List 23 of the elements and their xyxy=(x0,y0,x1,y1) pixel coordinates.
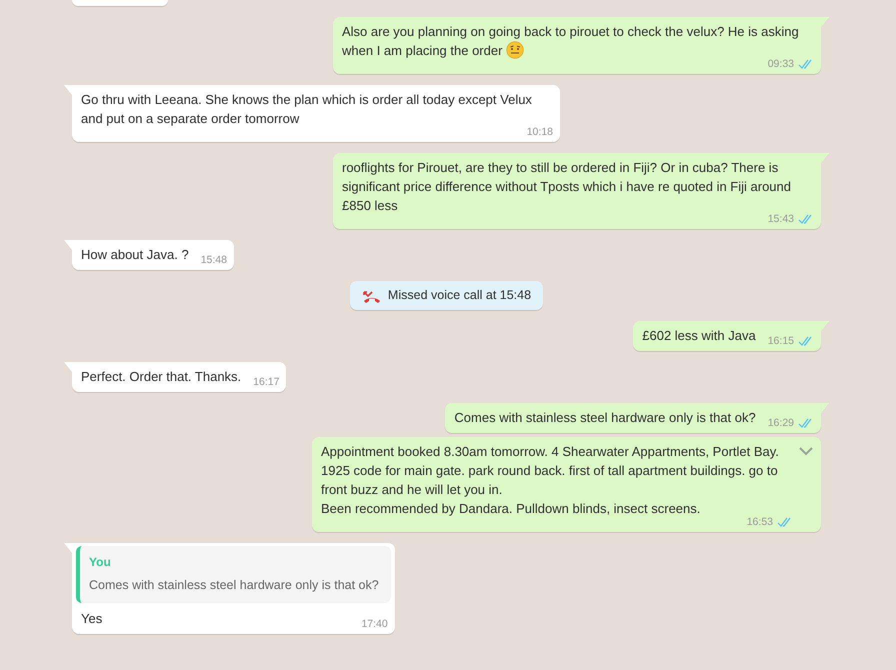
message-time: 16:17 xyxy=(253,375,280,389)
call-text: Missed voice call at 15:48 xyxy=(388,287,532,304)
message-time: 10:18 xyxy=(526,125,553,139)
message-time: 17:40 xyxy=(361,617,388,631)
quote-author: You xyxy=(89,554,112,571)
message-time: 16:29 xyxy=(768,416,794,430)
message-text: How about Java. ? xyxy=(81,247,189,262)
message-text: Go thru with Leeana. She knows the plan which is order all today except Velux and put on a separate order tomorrow xyxy=(81,92,533,126)
quoted-message[interactable]: You Comes with stainless steel hardware only is that ok? xyxy=(76,546,391,603)
message-text: Comes with stainless steel hardware only is that ok? xyxy=(454,410,756,425)
message-time: 16:53 xyxy=(746,515,773,529)
message-text: Also are you planning on going back to pirouet to check the velux? He is asking when I am placing the order xyxy=(342,24,800,58)
message-time: 15:43 xyxy=(768,212,794,226)
chevron-down-icon[interactable] xyxy=(798,445,814,457)
message-time: 09:33 xyxy=(768,57,794,71)
message-text: Yes xyxy=(81,611,102,626)
message-time: 16:15 xyxy=(768,334,794,348)
message-text: Appointment booked 8.30am tomorrow. 4 Shearwater Appartments, Portlet Bay. 1925 code for main gate. park round back. first of tall apartment buildings. go to front buzz and he will let you in. Been recommended by Dandara. Pulldown blinds, insect screens. xyxy=(321,444,780,516)
quote-text: Comes with stainless steel hardware only is that ok? xyxy=(89,577,379,594)
message-time: 15:48 xyxy=(200,253,227,267)
message-text: Perfect. Order that. Thanks. xyxy=(81,369,242,384)
message-text: £602 less with Java xyxy=(642,328,756,343)
message-text: rooflights for Pirouet, are they to still be ordered in Fiji? Or in cuba? There is significant price difference without Tposts which i have re quoted in Fiji around £850 less xyxy=(342,160,792,213)
